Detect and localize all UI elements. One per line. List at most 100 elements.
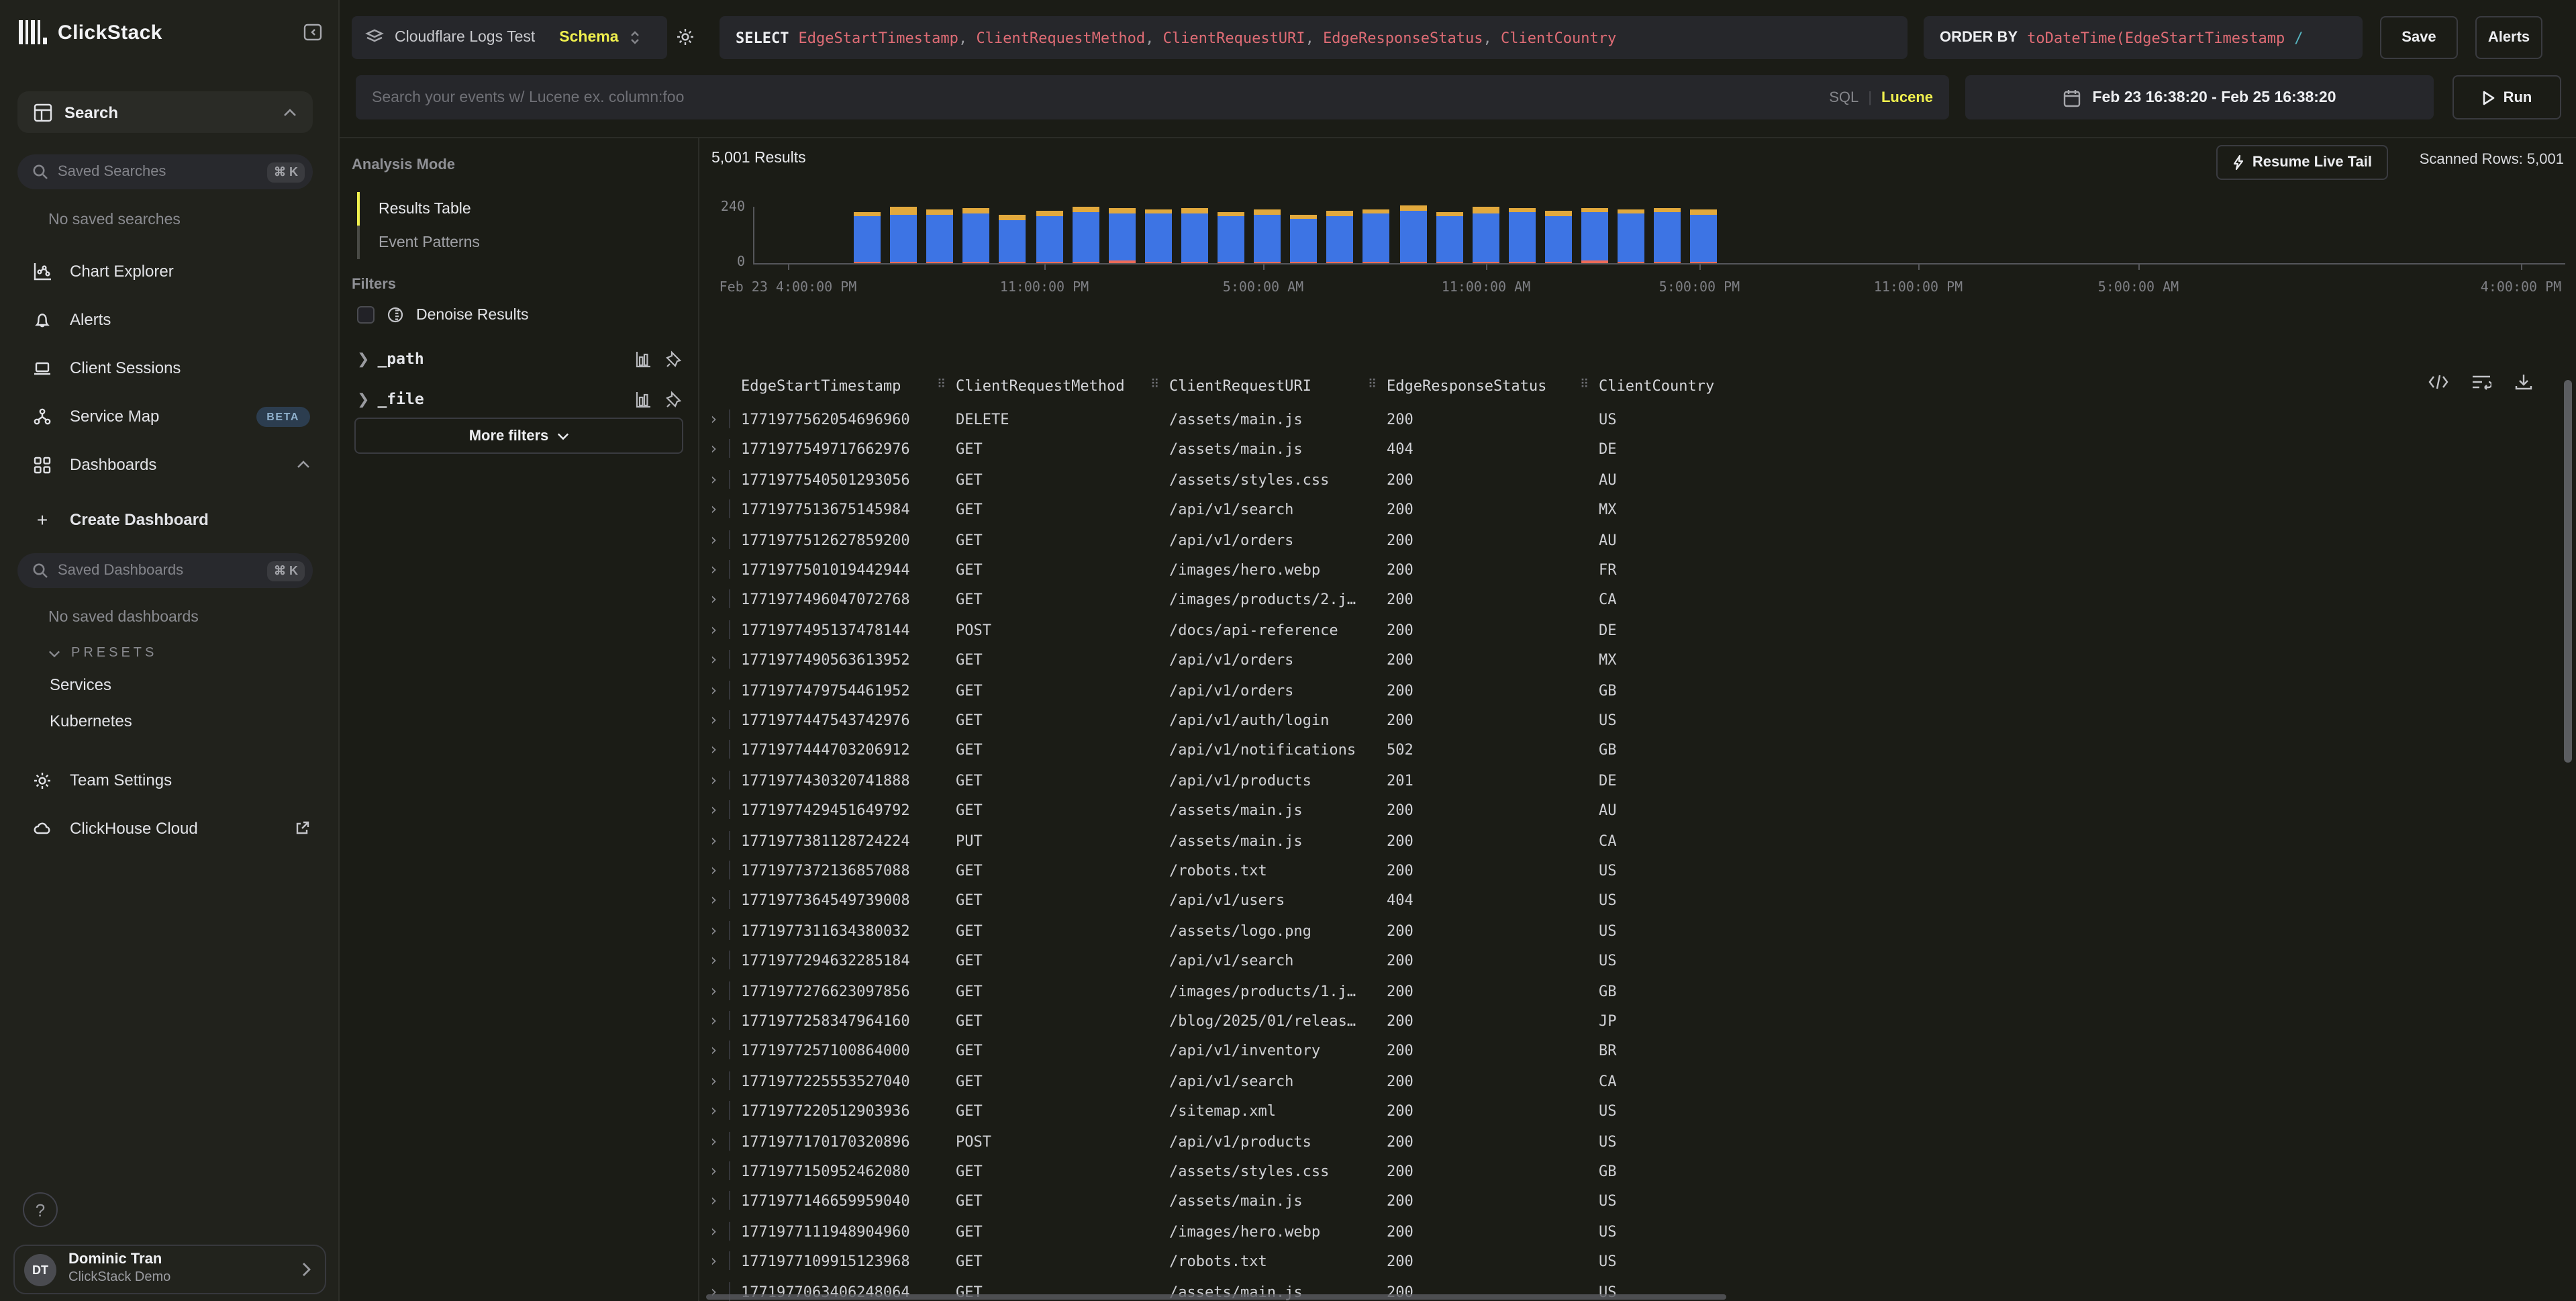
column-drag-handle[interactable]: ⠿ bbox=[1580, 379, 1589, 392]
expand-chevron-icon[interactable]: › bbox=[709, 952, 718, 968]
expand-chevron-icon[interactable]: › bbox=[709, 772, 718, 788]
expand-chevron-icon[interactable]: › bbox=[709, 1193, 718, 1209]
expand-chevron-icon[interactable]: › bbox=[709, 802, 718, 818]
denoise-results-control[interactable]: Denoise Results bbox=[357, 306, 528, 324]
chart-bar[interactable] bbox=[1436, 212, 1463, 263]
mode-event-patterns[interactable]: Event Patterns bbox=[357, 226, 685, 259]
sidebar-item-search[interactable]: Search bbox=[17, 91, 313, 133]
sidebar-item-dashboards[interactable]: Dashboards bbox=[17, 447, 324, 482]
expand-chevron-icon[interactable]: › bbox=[709, 531, 718, 547]
column-header-EdgeResponseStatus[interactable]: EdgeResponseStatus bbox=[1387, 377, 1546, 395]
table-row[interactable]: ›1771977540501293056GET/assets/styles.cs… bbox=[699, 467, 2557, 497]
saved-searches-input[interactable]: Saved Searches ⌘ K bbox=[17, 154, 313, 189]
chart-bar[interactable] bbox=[999, 215, 1026, 263]
column-drag-handle[interactable]: ⠿ bbox=[1150, 379, 1159, 392]
table-row[interactable]: ›1771977109915123968GET/robots.txt200US bbox=[699, 1249, 2557, 1278]
table-row[interactable]: ›1771977496047072768GET/images/products/… bbox=[699, 587, 2557, 617]
resume-live-tail-button[interactable]: Resume Live Tail bbox=[2216, 145, 2388, 180]
bar-chart-icon[interactable] bbox=[635, 350, 652, 367]
source-selector[interactable]: Cloudflare Logs Test Schema bbox=[352, 16, 667, 59]
table-row[interactable]: ›1771977490563613952GET/api/v1/orders200… bbox=[699, 647, 2557, 677]
help-button[interactable]: ? bbox=[23, 1192, 58, 1227]
chart-bar[interactable] bbox=[1472, 207, 1499, 263]
chart-bar[interactable] bbox=[1618, 209, 1644, 263]
table-row[interactable]: ›1771977501019442944GET/images/hero.webp… bbox=[699, 557, 2557, 587]
expand-chevron-icon[interactable]: › bbox=[709, 681, 718, 697]
source-settings-gear-icon[interactable] bbox=[675, 27, 695, 47]
expand-chevron-icon[interactable]: › bbox=[709, 471, 718, 487]
sql-toggle[interactable]: SQL bbox=[1829, 89, 1859, 105]
table-row[interactable]: ›1771977311634380032GET/assets/logo.png2… bbox=[699, 918, 2557, 948]
table-row[interactable]: ›1771977111948904960GET/images/hero.webp… bbox=[699, 1219, 2557, 1249]
user-menu[interactable]: DT Dominic Tran ClickStack Demo bbox=[13, 1245, 326, 1294]
expand-chevron-icon[interactable]: › bbox=[709, 441, 718, 457]
expand-chevron-icon[interactable]: › bbox=[709, 1223, 718, 1239]
column-header-ClientRequestURI[interactable]: ClientRequestURI bbox=[1169, 377, 1311, 395]
table-row[interactable]: ›1771977479754461952GET/api/v1/orders200… bbox=[699, 677, 2557, 707]
vertical-scrollbar[interactable] bbox=[2564, 380, 2572, 763]
expand-chevron-icon[interactable]: › bbox=[709, 1163, 718, 1179]
table-row[interactable]: ›1771977429451649792GET/assets/main.js20… bbox=[699, 798, 2557, 827]
pin-icon[interactable] bbox=[666, 350, 682, 367]
table-row[interactable]: ›1771977170170320896POST/api/v1/products… bbox=[699, 1128, 2557, 1158]
filter-field-file[interactable]: ❯ _file bbox=[357, 384, 682, 414]
expand-chevron-icon[interactable]: › bbox=[709, 982, 718, 998]
table-row[interactable]: ›1771977294632285184GET/api/v1/search200… bbox=[699, 948, 2557, 977]
expand-chevron-icon[interactable]: › bbox=[709, 832, 718, 848]
sidebar-item-chart-explorer[interactable]: Chart Explorer bbox=[17, 254, 324, 289]
sidebar-item-client-sessions[interactable]: Client Sessions bbox=[17, 350, 324, 385]
table-row[interactable]: ›1771977276623097856GET/images/products/… bbox=[699, 978, 2557, 1008]
expand-chevron-icon[interactable]: › bbox=[709, 622, 718, 638]
more-filters-button[interactable]: More filters bbox=[354, 418, 683, 454]
chart-bar[interactable] bbox=[1145, 210, 1172, 263]
table-row[interactable]: ›1771977220512903936GET/sitemap.xml200US bbox=[699, 1098, 2557, 1128]
denoise-checkbox[interactable] bbox=[357, 306, 375, 324]
chart-bar[interactable] bbox=[963, 208, 990, 263]
chart-bar[interactable] bbox=[1072, 207, 1099, 263]
chart-bar[interactable] bbox=[1254, 209, 1281, 264]
bar-chart-icon[interactable] bbox=[635, 390, 652, 407]
table-row[interactable]: ›1771977257100864000GET/api/v1/inventory… bbox=[699, 1039, 2557, 1068]
query-language-toggle[interactable]: SQL | Lucene bbox=[1829, 89, 1933, 105]
table-row[interactable]: ›1771977225553527040GET/api/v1/search200… bbox=[699, 1069, 2557, 1098]
select-clause-input[interactable]: SELECT EdgeStartTimestamp, ClientRequest… bbox=[720, 16, 1908, 59]
horizontal-scrollbar[interactable] bbox=[706, 1294, 1726, 1300]
chart-bar[interactable] bbox=[1181, 207, 1208, 263]
column-drag-handle[interactable]: ⠿ bbox=[937, 379, 946, 392]
column-header-EdgeStartTimestamp[interactable]: EdgeStartTimestamp bbox=[741, 377, 901, 395]
table-row[interactable]: ›1771977381128724224PUT/assets/main.js20… bbox=[699, 828, 2557, 857]
expand-chevron-icon[interactable]: › bbox=[709, 892, 718, 908]
table-row[interactable]: ›1771977549717662976GET/assets/main.js40… bbox=[699, 437, 2557, 467]
expand-chevron-icon[interactable]: › bbox=[709, 862, 718, 878]
table-row[interactable]: ›1771977447543742976GET/api/v1/auth/logi… bbox=[699, 708, 2557, 737]
table-row[interactable]: ›1771977444703206912GET/api/v1/notificat… bbox=[699, 738, 2557, 767]
pin-icon[interactable] bbox=[666, 390, 682, 407]
run-button[interactable]: Run bbox=[2453, 75, 2561, 119]
chart-bar[interactable] bbox=[854, 213, 881, 263]
expand-chevron-icon[interactable]: › bbox=[709, 1043, 718, 1059]
expand-chevron-icon[interactable]: › bbox=[709, 1253, 718, 1269]
time-range-picker[interactable]: Feb 23 16:38:20 - Feb 25 16:38:20 bbox=[1965, 75, 2434, 119]
expand-chevron-icon[interactable]: › bbox=[709, 1133, 718, 1149]
expand-chevron-icon[interactable]: › bbox=[709, 922, 718, 938]
table-row[interactable]: ›1771977372136857088GET/robots.txt200US bbox=[699, 858, 2557, 887]
chart-bar[interactable] bbox=[1654, 207, 1681, 263]
expand-chevron-icon[interactable]: › bbox=[709, 411, 718, 427]
expand-chevron-icon[interactable]: › bbox=[709, 501, 718, 517]
expand-chevron-icon[interactable]: › bbox=[709, 712, 718, 728]
order-by-input[interactable]: ORDER BY toDateTime(EdgeStartTimestamp / bbox=[1924, 16, 2363, 59]
column-drag-handle[interactable]: ⠿ bbox=[1368, 379, 1377, 392]
create-dashboard-button[interactable]: + Create Dashboard bbox=[17, 502, 324, 537]
sidebar-item-clickhouse-cloud[interactable]: ClickHouse Cloud bbox=[17, 811, 324, 846]
filter-field-path[interactable]: ❯ _path bbox=[357, 344, 682, 373]
table-row[interactable]: ›1771977150952462080GET/assets/styles.cs… bbox=[699, 1159, 2557, 1188]
results-histogram[interactable]: 240 0 Feb 23 4:00:00 PM11:00:00 PM5:00:0… bbox=[699, 187, 2576, 321]
preset-services[interactable]: Services bbox=[50, 675, 111, 694]
chart-bar[interactable] bbox=[1036, 211, 1062, 263]
table-row[interactable]: ›1771977364549739008GET/api/v1/users404U… bbox=[699, 888, 2557, 918]
saved-dashboards-input[interactable]: Saved Dashboards ⌘ K bbox=[17, 553, 313, 588]
expand-chevron-icon[interactable]: › bbox=[709, 742, 718, 758]
table-row[interactable]: ›1771977562054696960DELETE/assets/main.j… bbox=[699, 407, 2557, 436]
table-row[interactable]: ›1771977430320741888GET/api/v1/products2… bbox=[699, 768, 2557, 798]
table-row[interactable]: ›1771977512627859200GET/api/v1/orders200… bbox=[699, 527, 2557, 557]
